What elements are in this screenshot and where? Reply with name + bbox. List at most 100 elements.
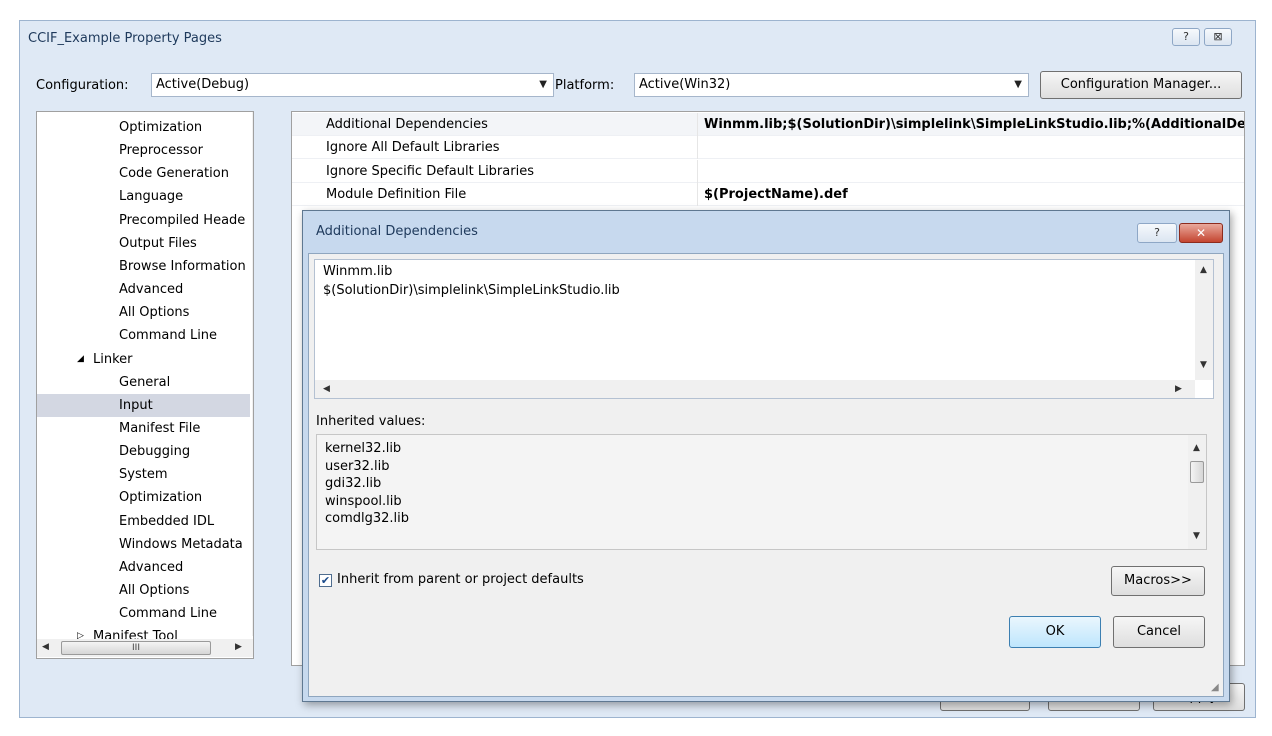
tree-item[interactable]: Advanced: [37, 556, 250, 579]
platform-label: Platform:: [555, 78, 615, 93]
tree-item[interactable]: Optimization: [37, 116, 250, 139]
tree-vertical-scrollbar[interactable]: ▲ ▼: [252, 112, 253, 636]
tree-item[interactable]: Precompiled Heade: [37, 209, 250, 232]
tree-item[interactable]: ◢ Linker: [37, 348, 250, 371]
tree-item[interactable]: Windows Metadata: [37, 533, 250, 556]
tree-item-label: Command Line: [119, 606, 218, 622]
tree-item[interactable]: General: [37, 371, 250, 394]
inherit-checkbox[interactable]: ✔: [319, 574, 332, 587]
tree-item-label: Command Line: [119, 328, 218, 344]
close-icon[interactable]: ⊠: [1204, 28, 1232, 46]
dialog-help-icon[interactable]: ?: [1137, 223, 1177, 243]
tree-item-label: Windows Metadata: [119, 536, 243, 552]
tree-item[interactable]: Command Line: [37, 324, 250, 347]
tree-item[interactable]: Command Line: [37, 602, 250, 625]
tree-item-label: Input: [119, 397, 153, 413]
scroll-right-icon[interactable]: ▶: [1175, 384, 1182, 394]
tree-item-label: Browse Information: [119, 258, 246, 274]
scroll-up-icon[interactable]: ▲: [1193, 443, 1200, 453]
window-title: CCIF_Example Property Pages: [28, 31, 222, 46]
tree-item-label: Embedded IDL: [119, 513, 215, 529]
inherited-value: user32.lib: [325, 458, 390, 474]
scroll-left-icon[interactable]: ◀: [323, 384, 330, 394]
inherited-scroll-thumb[interactable]: [1190, 461, 1204, 483]
tree-item-label: Linker: [93, 351, 133, 367]
property-row[interactable]: Ignore All Default Libraries: [292, 136, 1244, 160]
property-name: Ignore Specific Default Libraries: [326, 163, 534, 179]
tree-item-label: Advanced: [119, 559, 184, 575]
tree-item[interactable]: Manifest File: [37, 417, 250, 440]
dependencies-textarea[interactable]: Winmm.lib $(SolutionDir)\simplelink\Simpl…: [314, 259, 1214, 399]
collapse-arrow-icon[interactable]: ◢: [77, 348, 84, 371]
tree-item-label: All Options: [119, 583, 190, 598]
tree-item[interactable]: All Options: [37, 301, 250, 324]
inherited-vertical-scrollbar[interactable]: ▲ ▼: [1188, 435, 1206, 549]
tree-item[interactable]: Preprocessor: [37, 139, 250, 162]
additional-dependencies-dialog: Additional Dependencies ? ✕ Winmm.lib $(S…: [302, 210, 1230, 702]
tree-item-label: Code Generation: [119, 166, 229, 182]
textarea-vertical-scrollbar[interactable]: ▲ ▼: [1195, 260, 1213, 380]
tree-horizontal-scrollbar[interactable]: ◀ III ▶: [37, 639, 253, 657]
configuration-value: Active(Debug): [156, 77, 250, 92]
chevron-down-icon: ▼: [1014, 79, 1022, 90]
inherited-value: winspool.lib: [325, 493, 402, 509]
tree-item-label: Output Files: [119, 235, 197, 251]
tree-item-label: Optimization: [119, 490, 203, 506]
tree-item-label: Precompiled Heade: [119, 212, 246, 228]
tree-item-label: Optimization: [119, 120, 203, 135]
scroll-left-icon[interactable]: ◀: [42, 642, 49, 652]
property-value[interactable]: [697, 159, 704, 183]
scroll-up-icon[interactable]: ▲: [1200, 265, 1207, 275]
configuration-label: Configuration:: [36, 78, 129, 93]
property-row[interactable]: Additional Dependencies Winmm.lib;$(Solut…: [292, 113, 1244, 136]
tree-item[interactable]: System: [37, 463, 250, 486]
dialog-title: Additional Dependencies: [316, 224, 478, 239]
tree-item[interactable]: Debugging: [37, 440, 250, 463]
property-value[interactable]: $(ProjectName).def: [697, 183, 848, 207]
tree-item-label: Manifest File: [119, 420, 201, 436]
property-name: Module Definition File: [326, 187, 467, 203]
property-name: Additional Dependencies: [326, 117, 488, 132]
tree-item[interactable]: Browse Information: [37, 255, 250, 278]
configuration-manager-button[interactable]: Configuration Manager...: [1040, 71, 1242, 99]
dialog-body: Winmm.lib $(SolutionDir)\simplelink\Simpl…: [308, 253, 1224, 697]
inherit-checkbox-label[interactable]: Inherit from parent or project defaults: [337, 572, 584, 587]
scroll-down-icon[interactable]: ▼: [1200, 360, 1207, 370]
tree-item[interactable]: Advanced: [37, 278, 250, 301]
tree-item[interactable]: Language: [37, 185, 250, 208]
scroll-right-icon[interactable]: ▶: [235, 642, 242, 652]
checkmark-icon: ✔: [320, 574, 331, 587]
property-tree[interactable]: Optimization Preprocessor Code Generation L…: [36, 111, 254, 659]
tree-item-label: All Options: [119, 305, 190, 321]
tree-item[interactable]: All Options: [37, 579, 250, 602]
tree-item[interactable]: Input: [37, 393, 250, 417]
property-value[interactable]: [697, 136, 704, 160]
chevron-down-icon: ▼: [539, 79, 547, 90]
inherited-value: gdi32.lib: [325, 476, 382, 491]
property-value[interactable]: Winmm.lib;$(SolutionDir)\simplelink\Simp…: [697, 113, 1244, 136]
help-icon[interactable]: ?: [1172, 28, 1200, 46]
configuration-dropdown[interactable]: Active(Debug) ▼: [151, 73, 554, 97]
property-row[interactable]: Ignore Specific Default Libraries: [292, 159, 1244, 183]
dialog-ok-button[interactable]: OK: [1009, 616, 1101, 648]
tree-item[interactable]: Optimization: [37, 486, 250, 509]
tree-item-label: General: [119, 374, 171, 390]
tree-item[interactable]: Code Generation: [37, 162, 250, 185]
resize-grip-icon[interactable]: ◢: [1211, 682, 1219, 693]
tree-item-label: Language: [119, 189, 184, 205]
platform-dropdown[interactable]: Active(Win32) ▼: [634, 73, 1029, 97]
inherited-value: comdlg32.lib: [325, 511, 410, 526]
dialog-cancel-button[interactable]: Cancel: [1113, 616, 1205, 648]
tree-item[interactable]: Embedded IDL: [37, 510, 250, 533]
tree-item[interactable]: Output Files: [37, 232, 250, 255]
macros-button[interactable]: Macros>>: [1111, 566, 1205, 596]
scroll-down-icon[interactable]: ▼: [1193, 531, 1200, 541]
tree-item-label: System: [119, 467, 168, 483]
property-row[interactable]: Module Definition File $(ProjectName).def: [292, 183, 1244, 207]
dependency-line: $(SolutionDir)\simplelink\SimpleLinkStud…: [323, 283, 620, 298]
dialog-close-icon[interactable]: ✕: [1179, 223, 1223, 243]
tree-hscroll-thumb[interactable]: III: [61, 641, 211, 655]
property-name: Ignore All Default Libraries: [326, 140, 500, 156]
textarea-horizontal-scrollbar[interactable]: ◀ ▶: [315, 380, 1195, 398]
tree-item-label: Debugging: [119, 444, 191, 460]
